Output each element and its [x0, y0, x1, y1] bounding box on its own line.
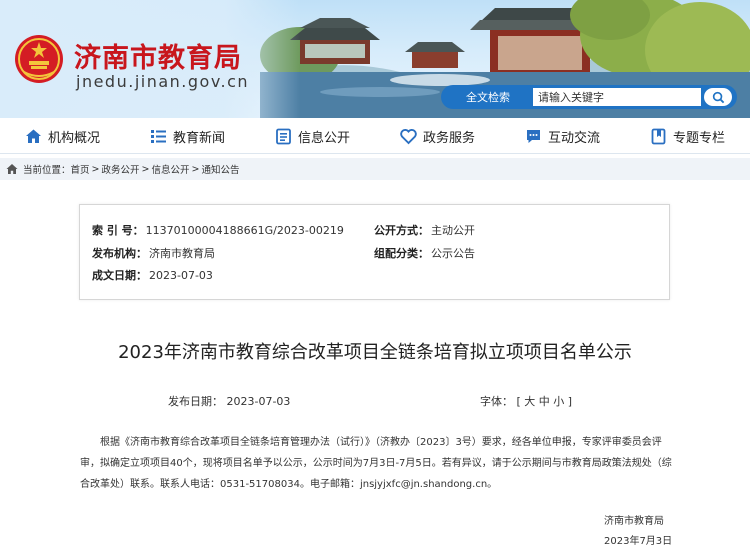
breadcrumb-prefix: 当前位置：	[23, 165, 71, 176]
info-category-value: 公示公告	[431, 247, 475, 260]
home-icon	[25, 128, 42, 145]
info-index: 索 引 号： 11370100004188661G/2023-00219	[92, 222, 344, 238]
search-input[interactable]	[533, 88, 701, 106]
nav-label: 专题专栏	[672, 130, 725, 146]
publish-date-value: 2023-07-03	[226, 395, 291, 408]
nav-item-special-topics[interactable]: 专题专栏	[625, 118, 750, 154]
info-org: 发布机构： 济南市教育局	[92, 245, 215, 261]
font-size-label: 字体：	[480, 395, 513, 408]
nav-item-info-disclosure[interactable]: 信息公开	[250, 118, 375, 154]
font-bracket-close: ]	[567, 395, 573, 408]
font-size-small-button[interactable]: 小	[553, 395, 564, 408]
site-header: 济南市教育局 jnedu.jinan.gov.cn 全文检索	[0, 0, 750, 118]
font-size-medium-button[interactable]: 中	[539, 395, 550, 408]
info-date: 成文日期： 2023-07-03	[92, 267, 213, 283]
font-size-switcher: 字体： [ 大 中 小 ]	[480, 393, 572, 409]
search-icon	[712, 91, 724, 103]
site-title: 济南市教育局	[74, 43, 242, 74]
document-title: 2023年济南市教育综合改革项目全链条培育拟立项项目名单公示	[118, 342, 632, 363]
nav-label: 信息公开	[297, 130, 350, 146]
info-category: 组配分类： 公示公告	[374, 245, 475, 261]
nav-label: 教育新闻	[172, 130, 225, 146]
nav-label: 政务服务	[422, 130, 475, 146]
document-icon	[275, 128, 292, 145]
info-index-key: 索 引 号：	[92, 224, 144, 237]
search-button[interactable]	[704, 88, 732, 106]
publish-date-label: 发布日期：	[168, 395, 223, 408]
info-open-value: 主动公开	[431, 224, 475, 237]
breadcrumb-link-info-disclosure[interactable]: 信息公开	[151, 162, 189, 176]
nav-item-government-services[interactable]: 政务服务	[375, 118, 500, 154]
document-info-box: 索 引 号： 11370100004188661G/2023-00219 公开方…	[79, 204, 670, 300]
info-open-key: 公开方式：	[374, 224, 429, 237]
font-size-large-button[interactable]: 大	[524, 395, 535, 408]
breadcrumb-link-gov-affairs[interactable]: 政务公开	[102, 162, 140, 176]
nav-label: 机构概况	[47, 130, 100, 146]
main-nav: 机构概况 教育新闻 信息公开 政务服务 互动交流 专题专栏	[0, 118, 750, 154]
info-date-value: 2023-07-03	[149, 268, 213, 282]
list-icon	[150, 128, 167, 145]
font-bracket-open: [	[516, 395, 521, 408]
search-label: 全文检索	[466, 91, 510, 104]
heart-icon	[400, 128, 417, 145]
info-open-method: 公开方式： 主动公开	[374, 222, 475, 238]
signature-date: 2023年7月3日	[604, 536, 673, 547]
chat-icon	[525, 128, 542, 145]
nav-item-education-news[interactable]: 教育新闻	[125, 118, 250, 154]
breadcrumb-link-notices[interactable]: 通知公告	[201, 162, 239, 176]
body-line: 根据《济南市教育综合改革项目全链条培育管理办法（试行）》（济教办〔2023〕3号…	[100, 437, 622, 448]
nav-item-interaction[interactable]: 互动交流	[500, 118, 625, 154]
breadcrumb: 当前位置： 首页 > 政务公开 > 信息公开 > 通知公告	[0, 158, 750, 180]
info-org-key: 发布机构：	[92, 247, 147, 260]
signature-org: 济南市教育局	[604, 516, 664, 527]
breadcrumb-link-home[interactable]: 首页	[71, 162, 90, 176]
bookmark-icon	[650, 128, 667, 145]
publish-date: 发布日期： 2023-07-03	[168, 393, 290, 409]
location-home-icon	[6, 163, 18, 175]
info-category-key: 组配分类：	[374, 247, 429, 260]
national-emblem-logo	[15, 35, 63, 83]
info-index-value: 11370100004188661G/2023-00219	[145, 223, 344, 237]
document-body: 根据《济南市教育综合改革项目全链条培育管理办法（试行）》（济教办〔2023〕3号…	[80, 432, 677, 495]
nav-label: 互动交流	[547, 130, 600, 146]
nav-item-agency-overview[interactable]: 机构概况	[0, 118, 125, 154]
info-org-value: 济南市教育局	[149, 247, 215, 260]
info-date-key: 成文日期：	[92, 269, 147, 282]
site-url: jnedu.jinan.gov.cn	[76, 72, 250, 91]
